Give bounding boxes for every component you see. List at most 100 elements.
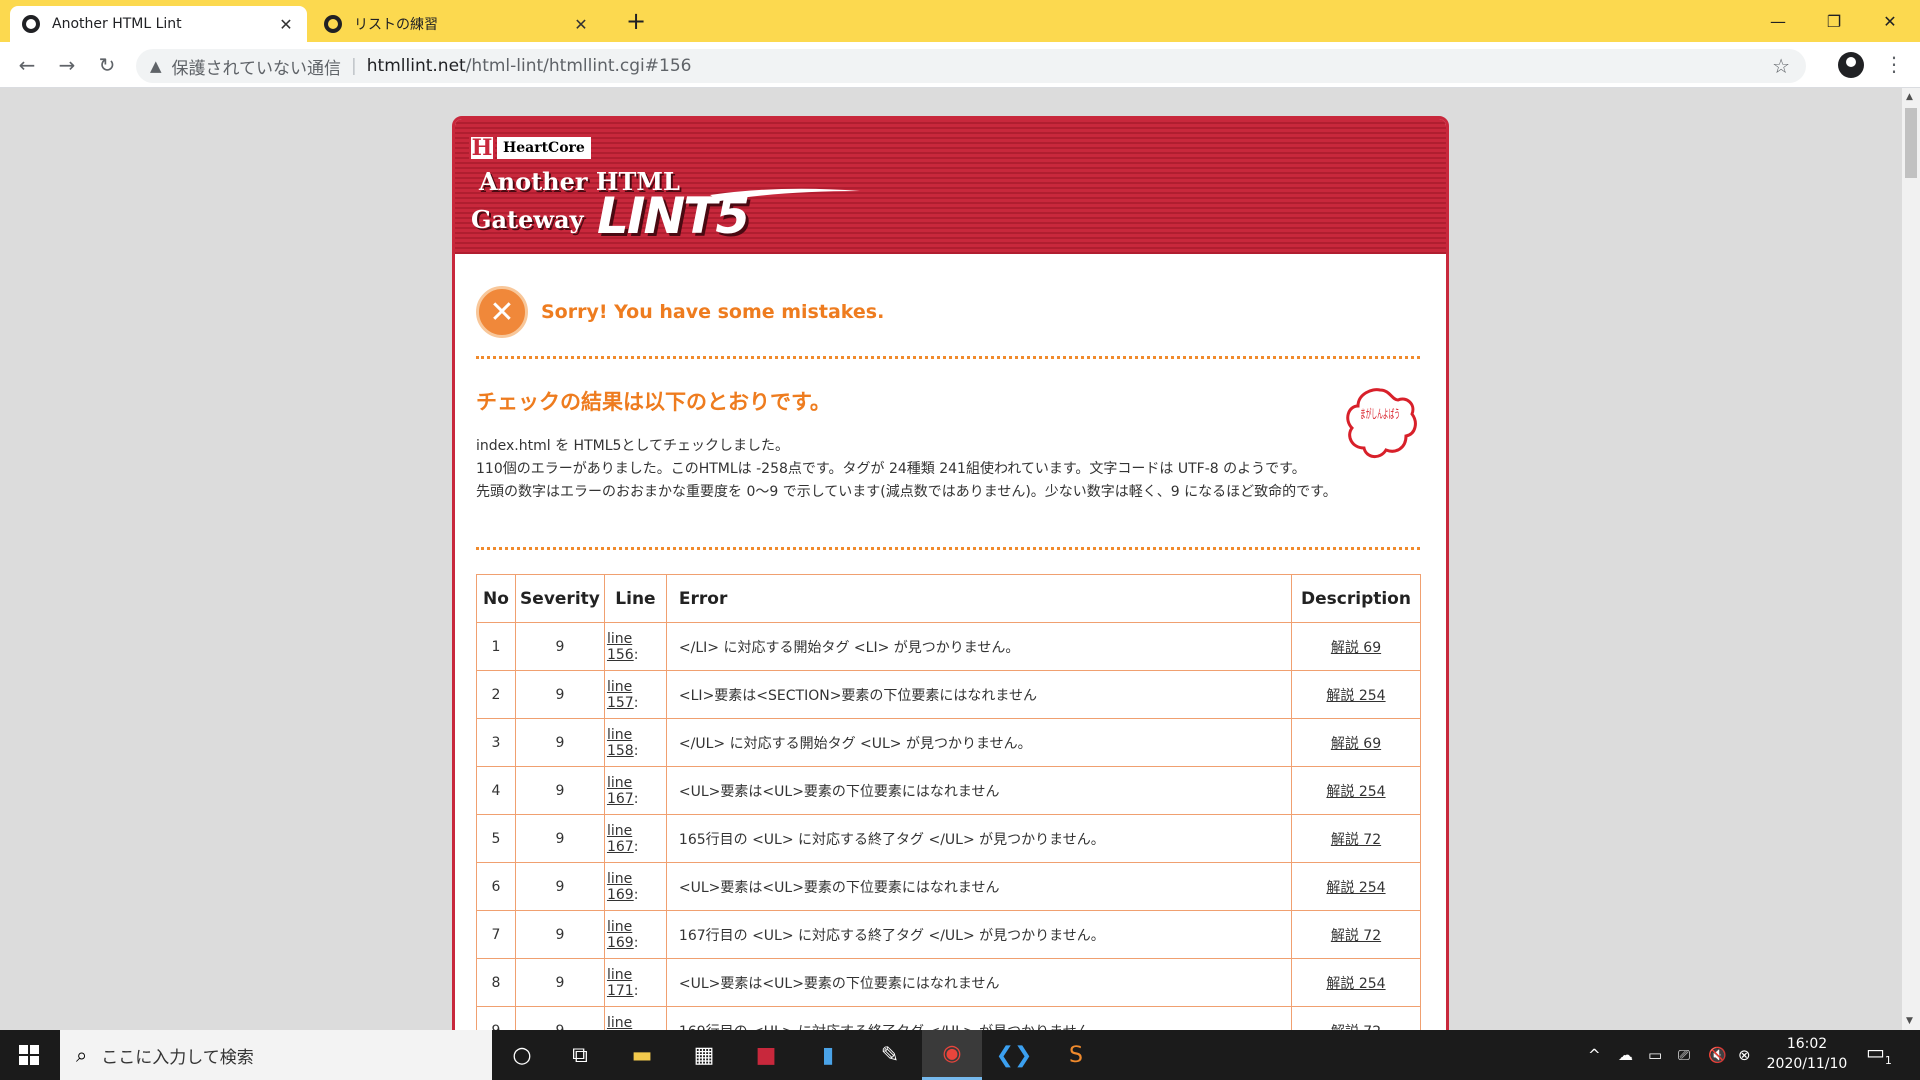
line-link[interactable]: line 167 (607, 823, 634, 855)
app-red-icon[interactable]: ■ (736, 1030, 796, 1080)
table-row: 8 9 line 171: <UL>要素は<UL>要素の下位要素にはなれません 解説 2… (476, 958, 1421, 1007)
cell-line: line 169: (603, 910, 667, 959)
new-tab-button[interactable]: + (622, 6, 650, 36)
clock[interactable]: 16:02 2020/11/10 (1762, 1034, 1852, 1074)
vertical-scrollbar[interactable]: ▲ ▼ (1902, 88, 1920, 1030)
logo-swoosh-icon (710, 188, 860, 201)
scrollbar-thumb[interactable] (1905, 108, 1917, 178)
header-banner: H HeartCore Another HTML Gateway LINT5 (455, 119, 1446, 259)
close-window-button[interactable]: ✕ (1862, 0, 1918, 42)
table-row: 2 9 line 157: <LI>要素は<SECTION>要素の下位要素にはなれませ… (476, 670, 1421, 719)
table-row: 1 9 line 156: </LI> に対応する開始タグ <LI> が見つかりません… (476, 622, 1421, 671)
cortana-icon[interactable]: ○ (492, 1030, 552, 1080)
line-link[interactable]: line 169 (607, 919, 634, 951)
tab-title: Another HTML Lint (52, 16, 182, 32)
network-icon[interactable]: ⎚ (1678, 1030, 1690, 1080)
app-tool-icon[interactable]: ✎ (860, 1030, 920, 1080)
profile-icon[interactable] (1838, 52, 1864, 78)
task-view-icon[interactable]: ⧉ (550, 1030, 610, 1080)
cell-error: </LI> に対応する開始タグ <LI> が見つかりません。 (665, 622, 1293, 671)
cell-error: 167行目の <UL> に対応する終了タグ </UL> が見つかりません。 (665, 910, 1293, 959)
battery-icon[interactable]: ▭ (1648, 1030, 1662, 1080)
cell-description: 解説 72 (1291, 1006, 1421, 1030)
cell-no: 9 (476, 1006, 516, 1030)
scroll-up-icon[interactable]: ▲ (1906, 92, 1913, 102)
description-link[interactable]: 解説 254 (1326, 976, 1385, 992)
line-link[interactable]: line 169 (607, 871, 634, 903)
cell-line: line 167: (603, 814, 667, 863)
line-link[interactable]: line 171 (607, 1015, 634, 1031)
chrome-icon[interactable]: ◉ (922, 1030, 982, 1080)
description-link[interactable]: 解説 72 (1331, 832, 1381, 848)
lint-report-page: H HeartCore Another HTML Gateway LINT5 ✕… (452, 116, 1449, 1030)
table-row: 7 9 line 169: 167行目の <UL> に対応する終了タグ </UL> が… (476, 910, 1421, 959)
security-label: 保護されていない通信 (171, 58, 342, 79)
restore-button[interactable]: ❐ (1806, 0, 1862, 42)
cell-severity: 9 (514, 670, 605, 719)
ime-icon[interactable]: ⊗ (1738, 1030, 1751, 1080)
cell-error: <UL>要素は<UL>要素の下位要素にはなれません (665, 862, 1293, 911)
app-blue-icon[interactable]: ▮ (798, 1030, 858, 1080)
cell-severity: 9 (514, 862, 605, 911)
windows-taskbar: ⌕ ここに入力して検索 ○ ⧉ ▬ ▦ ■ ▮ ✎ ◉ ❮❯ S ^ ☁ ▭ ⎚… (0, 1030, 1920, 1080)
globe-icon (22, 15, 40, 33)
reload-button[interactable]: ↻ (92, 50, 122, 80)
description-link[interactable]: 解説 69 (1331, 736, 1381, 752)
stamp-icon: まがしんよばう (1346, 388, 1417, 458)
back-button[interactable]: ← (12, 50, 42, 80)
cell-no: 3 (476, 718, 516, 767)
url-host: htmllint.net (366, 56, 466, 76)
store-icon[interactable]: ▦ (674, 1030, 734, 1080)
result-summary: index.html を HTML5としてチェックしました。 110個のエラーが… (476, 435, 1346, 504)
line-link[interactable]: line 157 (607, 679, 634, 711)
description-link[interactable]: 解説 254 (1326, 688, 1385, 704)
close-tab-icon[interactable]: ✕ (572, 15, 590, 34)
description-link[interactable]: 解説 69 (1331, 640, 1381, 656)
menu-kebab-icon[interactable]: ⋮ (1884, 52, 1904, 76)
heartcore-logo: H HeartCore (469, 135, 591, 161)
table-row: 4 9 line 167: <UL>要素は<UL>要素の下位要素にはなれません 解説 2… (476, 766, 1421, 815)
table-row: 99line 171:169行目の <UL> に対応する終了タグ </UL> が… (476, 1006, 1421, 1031)
forward-button[interactable]: → (52, 50, 82, 80)
table-header-row: No Severity Line Error Description (476, 574, 1421, 623)
line-link[interactable]: line 171 (607, 967, 634, 999)
cell-severity: 9 (514, 910, 605, 959)
line-link[interactable]: line 158 (607, 727, 634, 759)
start-button[interactable] (0, 1030, 58, 1080)
header-no: No (476, 574, 516, 623)
file-explorer-icon[interactable]: ▬ (612, 1030, 672, 1080)
sublime-text-icon[interactable]: S (1046, 1030, 1106, 1080)
description-link[interactable]: 解説 254 (1326, 880, 1385, 896)
taskbar-search[interactable]: ⌕ ここに入力して検索 (60, 1030, 492, 1080)
header-description: Description (1291, 574, 1421, 623)
result-title: チェックの結果は以下のとおりです。 (476, 390, 831, 414)
line-link[interactable]: line 156 (607, 631, 634, 663)
line-link[interactable]: line 167 (607, 775, 634, 807)
cell-error: <UL>要素は<UL>要素の下位要素にはなれません (665, 766, 1293, 815)
cell-description: 解説 254 (1291, 958, 1421, 1007)
bookmark-star-icon[interactable]: ☆ (1772, 54, 1790, 78)
description-link[interactable]: 解説 254 (1326, 784, 1385, 800)
show-hidden-icons[interactable]: ^ (1588, 1030, 1601, 1080)
tab-list-practice[interactable]: リストの練習 ✕ (312, 6, 602, 42)
minimize-button[interactable]: — (1750, 0, 1806, 42)
onedrive-icon[interactable]: ☁ (1618, 1030, 1633, 1080)
cell-no: 5 (476, 814, 516, 863)
notification-center-icon[interactable]: ▭1 (1866, 1040, 1892, 1067)
cell-severity: 9 (514, 1006, 605, 1030)
cell-description: 解説 69 (1291, 718, 1421, 767)
address-bar[interactable]: ▲ 保護されていない通信 | htmllint.net /html-lint/h… (136, 49, 1806, 83)
cell-error: <LI>要素は<SECTION>要素の下位要素にはなれません (665, 670, 1293, 719)
volume-muted-icon[interactable]: 🔇 (1708, 1030, 1727, 1080)
vscode-icon[interactable]: ❮❯ (984, 1030, 1044, 1080)
header-line: Line (603, 574, 667, 623)
close-tab-icon[interactable]: ✕ (277, 15, 295, 34)
error-x-icon: ✕ (476, 286, 528, 338)
table-row: 5 9 line 167: 165行目の <UL> に対応する終了タグ </UL> が… (476, 814, 1421, 863)
scroll-down-icon[interactable]: ▼ (1906, 1016, 1913, 1026)
cell-no: 6 (476, 862, 516, 911)
tab-another-html-lint[interactable]: Another HTML Lint ✕ (10, 6, 307, 42)
warning-icon[interactable]: ▲ (150, 57, 162, 75)
cell-line: line 156: (603, 622, 667, 671)
description-link[interactable]: 解説 72 (1331, 928, 1381, 944)
